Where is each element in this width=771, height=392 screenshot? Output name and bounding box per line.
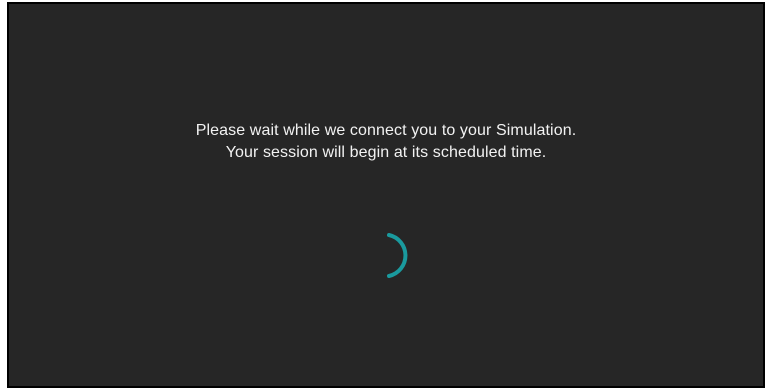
loading-screen: Please wait while we connect you to your… [7,2,765,388]
loading-message-line-1: Please wait while we connect you to your… [195,122,577,139]
loading-message-line-2: Your session will begin at its scheduled… [225,144,547,161]
loading-spinner-icon [387,233,408,278]
loading-message: Please wait while we connect you to your… [9,120,763,164]
